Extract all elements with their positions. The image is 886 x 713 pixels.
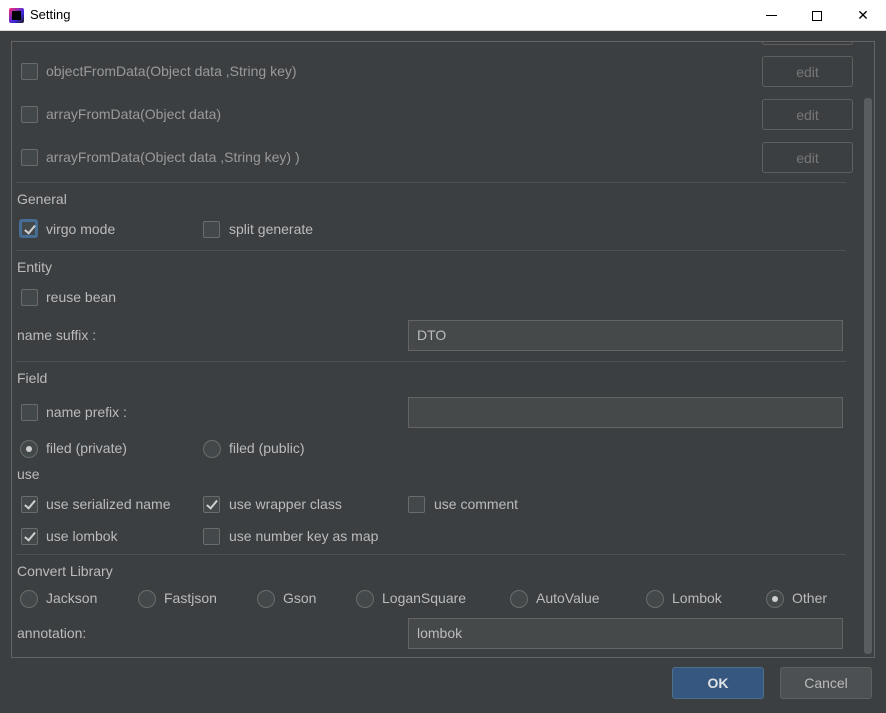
edit-button-partial[interactable] bbox=[762, 42, 853, 45]
vertical-scrollbar[interactable] bbox=[862, 42, 874, 657]
reuse-bean-label: reuse bean bbox=[46, 289, 117, 305]
use-number-key-as-map-label: use number key as map bbox=[229, 528, 379, 544]
method-checkbox-array-from-data[interactable] bbox=[21, 106, 38, 123]
use-comment-label: use comment bbox=[434, 496, 519, 512]
use-serialized-name-label: use serialized name bbox=[46, 496, 171, 512]
separator bbox=[16, 250, 846, 251]
annotation-label: annotation: bbox=[17, 625, 87, 641]
edit-button-array-from-data[interactable]: edit bbox=[762, 99, 853, 130]
library-radio-gson[interactable] bbox=[257, 590, 275, 608]
use-comment-checkbox[interactable] bbox=[408, 496, 425, 513]
annotation-input[interactable]: lombok bbox=[408, 618, 843, 649]
use-subtitle: use bbox=[17, 466, 40, 482]
window-title: Setting bbox=[30, 7, 71, 22]
use-lombok-checkbox[interactable] bbox=[21, 528, 38, 545]
library-radio-other[interactable] bbox=[766, 590, 784, 608]
name-suffix-input[interactable]: DTO bbox=[408, 320, 843, 351]
use-serialized-name-checkbox[interactable] bbox=[21, 496, 38, 513]
use-wrapper-class-label: use wrapper class bbox=[229, 496, 342, 512]
filed-private-radio[interactable] bbox=[20, 440, 38, 458]
minimize-button[interactable] bbox=[748, 0, 794, 31]
section-title-field: Field bbox=[17, 370, 48, 386]
separator bbox=[16, 182, 846, 183]
library-label-jackson: Jackson bbox=[46, 590, 98, 606]
virgo-mode-label: virgo mode bbox=[46, 221, 116, 237]
virgo-mode-checkbox[interactable] bbox=[20, 220, 37, 237]
method-checkbox-object-from-data-key[interactable] bbox=[21, 63, 38, 80]
library-label-autovalue: AutoValue bbox=[536, 590, 600, 606]
edit-button-array-from-data-key[interactable]: edit bbox=[762, 142, 853, 173]
library-label-gson: Gson bbox=[283, 590, 317, 606]
library-radio-jackson[interactable] bbox=[20, 590, 38, 608]
ok-button[interactable]: OK bbox=[672, 667, 764, 699]
name-prefix-input[interactable] bbox=[408, 397, 843, 428]
method-label: objectFromData(Object data ,String key) bbox=[46, 63, 297, 79]
library-label-other: Other bbox=[792, 590, 828, 606]
method-checkbox-array-from-data-key[interactable] bbox=[21, 149, 38, 166]
separator bbox=[16, 361, 846, 362]
section-title-entity: Entity bbox=[17, 259, 53, 275]
title-bar: Setting ✕ bbox=[0, 0, 886, 31]
library-label-logansquare: LoganSquare bbox=[382, 590, 467, 606]
separator bbox=[16, 554, 846, 555]
minimize-icon bbox=[765, 15, 777, 16]
name-prefix-checkbox[interactable] bbox=[21, 404, 38, 421]
library-radio-logansquare[interactable] bbox=[356, 590, 374, 608]
split-generate-label: split generate bbox=[229, 221, 314, 237]
close-button[interactable]: ✕ bbox=[840, 0, 886, 31]
library-label-lombok: Lombok bbox=[672, 590, 722, 606]
use-number-key-as-map-checkbox[interactable] bbox=[203, 528, 220, 545]
filed-public-radio[interactable] bbox=[203, 440, 221, 458]
filed-public-label: filed (public) bbox=[229, 440, 305, 456]
library-radio-autovalue[interactable] bbox=[510, 590, 528, 608]
method-label: arrayFromData(Object data) bbox=[46, 106, 222, 122]
method-label: arrayFromData(Object data ,String key) ) bbox=[46, 149, 300, 165]
scrollbar-thumb[interactable] bbox=[864, 98, 872, 654]
cancel-button[interactable]: Cancel bbox=[780, 667, 872, 699]
split-generate-checkbox[interactable] bbox=[203, 221, 220, 238]
edit-button-object-from-data-key[interactable]: edit bbox=[762, 56, 853, 87]
use-lombok-label: use lombok bbox=[46, 528, 118, 544]
section-title-convert-library: Convert Library bbox=[17, 563, 113, 579]
intellij-app-icon bbox=[9, 8, 24, 23]
maximize-button[interactable] bbox=[794, 0, 840, 31]
reuse-bean-checkbox[interactable] bbox=[21, 289, 38, 306]
name-prefix-label: name prefix : bbox=[46, 404, 127, 420]
close-icon: ✕ bbox=[857, 7, 869, 24]
maximize-icon bbox=[812, 10, 822, 21]
filed-private-label: filed (private) bbox=[46, 440, 127, 456]
library-label-fastjson: Fastjson bbox=[164, 590, 217, 606]
settings-panel[interactable]: objectFromData(Object data ,String key) … bbox=[11, 41, 875, 658]
library-radio-lombok[interactable] bbox=[646, 590, 664, 608]
library-radio-fastjson[interactable] bbox=[138, 590, 156, 608]
name-suffix-label: name suffix : bbox=[17, 327, 97, 343]
section-title-general: General bbox=[17, 191, 67, 207]
use-wrapper-class-checkbox[interactable] bbox=[203, 496, 220, 513]
